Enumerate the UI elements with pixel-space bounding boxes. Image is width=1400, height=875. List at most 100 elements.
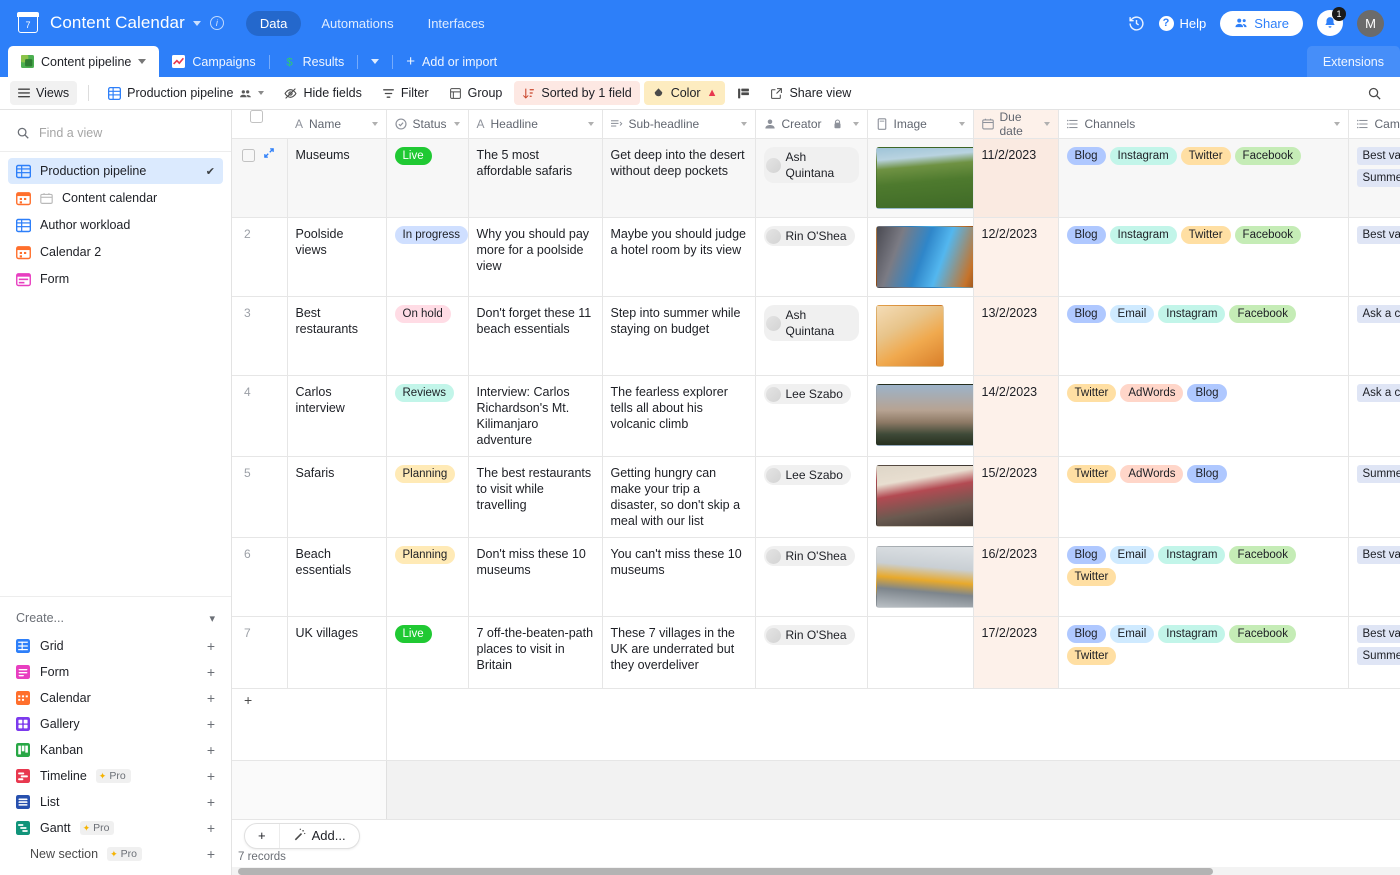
table-row[interactable]: 5 Safaris Planning The best restaurants to … <box>232 456 1400 538</box>
group-button[interactable]: Group <box>441 81 511 105</box>
cell-channels[interactable]: Twitter AdWords Blog <box>1058 456 1349 538</box>
current-view-button[interactable]: Production pipeline <box>100 81 272 105</box>
search-button[interactable] <box>1359 81 1390 105</box>
create-item-list[interactable]: List + <box>8 789 223 815</box>
cell-channels[interactable]: Blog Email Instagram Facebook Twitter <box>1058 616 1349 689</box>
chevron-down-icon[interactable] <box>453 122 460 126</box>
cell-status[interactable]: Planning <box>386 456 469 538</box>
row-number-cell[interactable] <box>232 138 288 218</box>
add-gantt-view-button[interactable]: + <box>207 821 215 835</box>
search-input[interactable] <box>39 125 189 140</box>
row-number-cell[interactable]: 4 <box>232 375 288 457</box>
chevron-down-icon[interactable] <box>1043 122 1050 126</box>
cell-due-date[interactable]: 11/2/2023 <box>973 138 1059 218</box>
row-number-cell[interactable]: 3 <box>232 296 288 376</box>
sort-button[interactable]: Sorted by 1 field <box>514 81 640 105</box>
horizontal-scrollbar-thumb[interactable] <box>238 868 1213 875</box>
create-item-grid[interactable]: Grid + <box>8 633 223 659</box>
select-all-checkbox[interactable] <box>250 110 263 123</box>
cell-name[interactable]: Best restaurants <box>287 296 387 376</box>
row-number-cell[interactable]: 6 <box>232 537 288 617</box>
filter-button[interactable]: Filter <box>374 81 437 105</box>
cell-image[interactable] <box>867 138 980 218</box>
column-header-campaigns[interactable]: Campaigns (from ↗... ↗ <box>1348 110 1400 139</box>
share-button[interactable]: Share <box>1220 10 1303 36</box>
cell-channels[interactable]: Blog Email Instagram Facebook Twitter <box>1058 537 1349 617</box>
sidebar-item-production-pipeline[interactable]: Production pipeline ✔ <box>8 158 223 184</box>
gallery-interior-photo[interactable] <box>875 546 980 608</box>
cell-name[interactable]: UK villages <box>287 616 387 689</box>
add-record-button[interactable]: + <box>245 824 279 848</box>
column-header-creator[interactable]: Creator <box>755 110 868 139</box>
table-tabs-overflow-button[interactable] <box>358 46 392 77</box>
add-row[interactable]: + <box>232 688 1400 761</box>
cell-name[interactable]: Museums <box>287 138 387 218</box>
column-header-headline[interactable]: A Headline <box>468 110 603 139</box>
cell-name[interactable]: Carlos interview <box>287 375 387 457</box>
chevron-down-icon[interactable]: ▾ <box>209 612 215 625</box>
cell-status[interactable]: Live <box>386 138 469 218</box>
sidebar-item-calendar-2[interactable]: Calendar 2 <box>8 239 223 265</box>
create-item-kanban[interactable]: Kanban + <box>8 737 223 763</box>
add-form-view-button[interactable]: + <box>207 665 215 679</box>
create-item-calendar[interactable]: Calendar + <box>8 685 223 711</box>
cell-creator[interactable]: Ash Quintana <box>755 296 868 376</box>
create-item-gantt[interactable]: Gantt ✦ Pro + <box>8 815 223 841</box>
horizontal-scrollbar[interactable] <box>232 867 1400 875</box>
cell-headline[interactable]: Why you should pay more for a poolside v… <box>468 217 603 297</box>
add-timeline-view-button[interactable]: + <box>207 769 215 783</box>
cell-creator[interactable]: Ash Quintana <box>755 138 868 218</box>
chevron-down-icon[interactable] <box>958 122 965 126</box>
cell-channels[interactable]: Blog Instagram Twitter Facebook <box>1058 138 1349 218</box>
cell-subheadline[interactable]: Step into summer while staying on budget <box>602 296 756 376</box>
help-button[interactable]: ? Help <box>1158 15 1206 31</box>
cell-headline[interactable]: The 5 most affordable safaris <box>468 138 603 218</box>
history-icon[interactable] <box>1128 15 1145 32</box>
cell-subheadline[interactable]: Getting hungry can make your trip a disa… <box>602 456 756 538</box>
cell-creator[interactable]: Lee Szabo <box>755 456 868 538</box>
cell-name[interactable]: Beach essentials <box>287 537 387 617</box>
cell-campaigns[interactable]: Ask a connoisseur <box>1348 375 1400 457</box>
cell-status[interactable]: Live <box>386 616 469 689</box>
table-tab-campaigns[interactable]: Campaigns <box>159 46 268 77</box>
cell-headline[interactable]: Don't forget these 11 beach essentials <box>468 296 603 376</box>
cell-image[interactable] <box>867 296 974 376</box>
cell-creator[interactable]: Rin O'Shea <box>755 616 868 689</box>
notifications-button[interactable]: 1 <box>1317 7 1346 36</box>
sidebar-item-author-workload[interactable]: Author workload <box>8 212 223 238</box>
cell-headline[interactable]: The best restaurants to visit while trav… <box>468 456 603 538</box>
cell-campaigns[interactable]: Summer travel spotlight <box>1348 456 1400 538</box>
cell-channels[interactable]: Twitter AdWords Blog <box>1058 375 1349 457</box>
column-header-image[interactable]: Image <box>867 110 974 139</box>
add-new-section-button[interactable]: + <box>207 847 215 861</box>
table-tab-content-pipeline[interactable]: Content pipeline <box>8 46 160 77</box>
avatar[interactable]: M <box>1357 9 1384 37</box>
row-number-cell[interactable]: 5 <box>232 456 288 538</box>
cell-subheadline[interactable]: These 7 villages in the UK are underrate… <box>602 616 756 689</box>
chevron-down-icon[interactable] <box>587 122 594 126</box>
storefront-photo[interactable] <box>875 465 980 527</box>
cell-image[interactable] <box>867 537 980 617</box>
cell-headline[interactable]: Interview: Carlos Richardson's Mt. Kilim… <box>468 375 603 457</box>
poolside-photo[interactable] <box>875 226 980 288</box>
chevron-down-icon[interactable] <box>192 20 201 26</box>
cell-campaigns[interactable]: Best vacation ever <box>1348 537 1400 617</box>
cell-subheadline[interactable]: The fearless explorer tells all about hi… <box>602 375 756 457</box>
sidebar-item-content-calendar[interactable]: Content calendar <box>8 185 223 211</box>
add-grid-view-button[interactable]: + <box>207 639 215 653</box>
column-header-channels[interactable]: Channels <box>1058 110 1349 139</box>
cell-channels[interactable]: Blog Email Instagram Facebook <box>1058 296 1349 376</box>
cell-due-date[interactable]: 15/2/2023 <box>973 456 1059 538</box>
views-button[interactable]: Views <box>10 81 78 105</box>
table-row[interactable]: 4 Carlos interview Reviews Interview: Carlo… <box>232 375 1400 457</box>
color-button[interactable]: Color ▲ <box>643 81 726 105</box>
cell-image[interactable] <box>867 616 974 689</box>
column-header-subheadline[interactable]: Sub-headline <box>602 110 756 139</box>
cell-status[interactable]: On hold <box>386 296 469 376</box>
column-header-name[interactable]: A Name <box>287 110 387 139</box>
info-icon[interactable]: i <box>209 16 224 30</box>
cell-status[interactable]: Reviews <box>386 375 469 457</box>
cell-campaigns[interactable]: Best vacation ever Summer travel spotligh… <box>1348 138 1400 218</box>
add-kanban-view-button[interactable]: + <box>207 743 215 757</box>
cell-due-date[interactable]: 17/2/2023 <box>973 616 1059 689</box>
